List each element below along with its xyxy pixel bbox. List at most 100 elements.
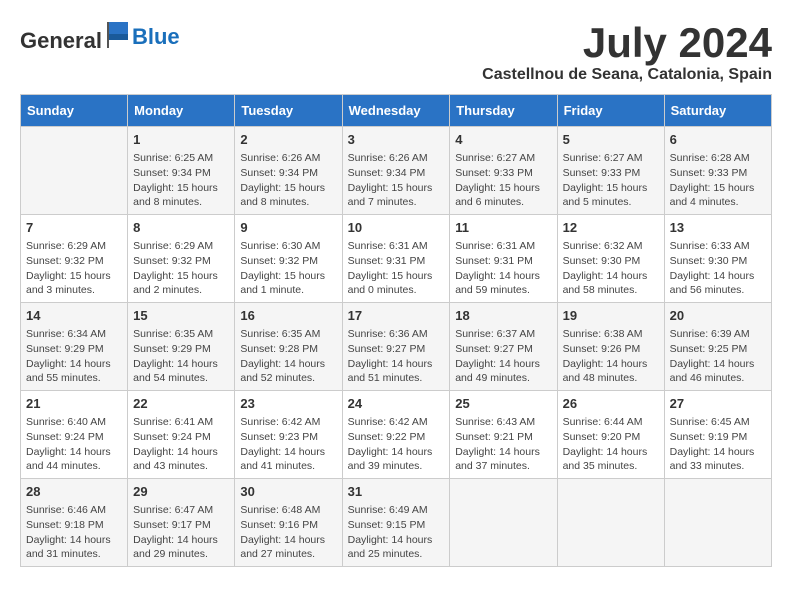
page-header: General Blue July 2024 Castellnou de Sea… bbox=[20, 20, 772, 84]
cell-content: Sunrise: 6:33 AM Sunset: 9:30 PM Dayligh… bbox=[670, 239, 766, 298]
cell-content: Sunrise: 6:43 AM Sunset: 9:21 PM Dayligh… bbox=[455, 415, 551, 474]
day-number: 2 bbox=[240, 131, 336, 149]
calendar-week-row: 21 Sunrise: 6:40 AM Sunset: 9:24 PM Dayli… bbox=[21, 391, 772, 479]
cell-content: Sunrise: 6:40 AM Sunset: 9:24 PM Dayligh… bbox=[26, 415, 122, 474]
calendar-cell: 20 Sunrise: 6:39 AM Sunset: 9:25 PM Dayli… bbox=[664, 303, 771, 391]
calendar-cell: 27Sunrise: 6:45 AM Sunset: 9:19 PM Dayli… bbox=[664, 391, 771, 479]
calendar-cell: 18 Sunrise: 6:37 AM Sunset: 9:27 PM Dayli… bbox=[450, 303, 557, 391]
cell-content: Sunrise: 6:45 AM Sunset: 9:19 PM Dayligh… bbox=[670, 415, 766, 474]
calendar-cell: 22 Sunrise: 6:41 AM Sunset: 9:24 PM Dayli… bbox=[128, 391, 235, 479]
calendar-header-row: SundayMondayTuesdayWednesdayThursdayFrid… bbox=[21, 95, 772, 127]
cell-content: Sunrise: 6:27 AM Sunset: 9:33 PM Dayligh… bbox=[455, 151, 551, 210]
column-header-thursday: Thursday bbox=[450, 95, 557, 127]
calendar-cell: 23Sunrise: 6:42 AM Sunset: 9:23 PM Dayli… bbox=[235, 391, 342, 479]
calendar-cell: 24 Sunrise: 6:42 AM Sunset: 9:22 PM Dayli… bbox=[342, 391, 450, 479]
calendar-cell: 8 Sunrise: 6:29 AM Sunset: 9:32 PM Daylig… bbox=[128, 215, 235, 303]
calendar-cell: 31 Sunrise: 6:49 AM Sunset: 9:15 PM Dayli… bbox=[342, 478, 450, 566]
calendar-cell: 5Sunrise: 6:27 AM Sunset: 9:33 PM Daylig… bbox=[557, 127, 664, 215]
calendar-cell bbox=[664, 478, 771, 566]
calendar-cell: 9Sunrise: 6:30 AM Sunset: 9:32 PM Daylig… bbox=[235, 215, 342, 303]
calendar-cell: 17 Sunrise: 6:36 AM Sunset: 9:27 PM Dayli… bbox=[342, 303, 450, 391]
cell-content: Sunrise: 6:31 AM Sunset: 9:31 PM Dayligh… bbox=[455, 239, 551, 298]
calendar-week-row: 28 Sunrise: 6:46 AM Sunset: 9:18 PM Dayli… bbox=[21, 478, 772, 566]
cell-content: Sunrise: 6:25 AM Sunset: 9:34 PM Dayligh… bbox=[133, 151, 229, 210]
column-header-tuesday: Tuesday bbox=[235, 95, 342, 127]
calendar-cell: 19Sunrise: 6:38 AM Sunset: 9:26 PM Dayli… bbox=[557, 303, 664, 391]
day-number: 18 bbox=[455, 307, 551, 325]
cell-content: Sunrise: 6:49 AM Sunset: 9:15 PM Dayligh… bbox=[348, 503, 445, 562]
day-number: 4 bbox=[455, 131, 551, 149]
cell-content: Sunrise: 6:26 AM Sunset: 9:34 PM Dayligh… bbox=[348, 151, 445, 210]
cell-content: Sunrise: 6:47 AM Sunset: 9:17 PM Dayligh… bbox=[133, 503, 229, 562]
day-number: 31 bbox=[348, 483, 445, 501]
logo-general: General bbox=[20, 28, 102, 53]
cell-content: Sunrise: 6:26 AM Sunset: 9:34 PM Dayligh… bbox=[240, 151, 336, 210]
calendar-cell: 15Sunrise: 6:35 AM Sunset: 9:29 PM Dayli… bbox=[128, 303, 235, 391]
calendar-cell: 10 Sunrise: 6:31 AM Sunset: 9:31 PM Dayli… bbox=[342, 215, 450, 303]
cell-content: Sunrise: 6:31 AM Sunset: 9:31 PM Dayligh… bbox=[348, 239, 445, 298]
calendar-table: SundayMondayTuesdayWednesdayThursdayFrid… bbox=[20, 94, 772, 567]
day-number: 10 bbox=[348, 219, 445, 237]
cell-content: Sunrise: 6:41 AM Sunset: 9:24 PM Dayligh… bbox=[133, 415, 229, 474]
calendar-cell: 12 Sunrise: 6:32 AM Sunset: 9:30 PM Dayli… bbox=[557, 215, 664, 303]
day-number: 22 bbox=[133, 395, 229, 413]
day-number: 8 bbox=[133, 219, 229, 237]
day-number: 14 bbox=[26, 307, 122, 325]
calendar-cell: 28 Sunrise: 6:46 AM Sunset: 9:18 PM Dayli… bbox=[21, 478, 128, 566]
calendar-cell: 2 Sunrise: 6:26 AM Sunset: 9:34 PM Daylig… bbox=[235, 127, 342, 215]
cell-content: Sunrise: 6:29 AM Sunset: 9:32 PM Dayligh… bbox=[133, 239, 229, 298]
cell-content: Sunrise: 6:46 AM Sunset: 9:18 PM Dayligh… bbox=[26, 503, 122, 562]
calendar-cell bbox=[450, 478, 557, 566]
cell-content: Sunrise: 6:44 AM Sunset: 9:20 PM Dayligh… bbox=[563, 415, 659, 474]
column-header-wednesday: Wednesday bbox=[342, 95, 450, 127]
cell-content: Sunrise: 6:48 AM Sunset: 9:16 PM Dayligh… bbox=[240, 503, 336, 562]
calendar-week-row: 7 Sunrise: 6:29 AM Sunset: 9:32 PM Daylig… bbox=[21, 215, 772, 303]
calendar-cell: 25 Sunrise: 6:43 AM Sunset: 9:21 PM Dayli… bbox=[450, 391, 557, 479]
day-number: 13 bbox=[670, 219, 766, 237]
day-number: 25 bbox=[455, 395, 551, 413]
cell-content: Sunrise: 6:28 AM Sunset: 9:33 PM Dayligh… bbox=[670, 151, 766, 210]
cell-content: Sunrise: 6:32 AM Sunset: 9:30 PM Dayligh… bbox=[563, 239, 659, 298]
day-number: 12 bbox=[563, 219, 659, 237]
calendar-cell: 16Sunrise: 6:35 AM Sunset: 9:28 PM Dayli… bbox=[235, 303, 342, 391]
day-number: 28 bbox=[26, 483, 122, 501]
cell-content: Sunrise: 6:42 AM Sunset: 9:23 PM Dayligh… bbox=[240, 415, 336, 474]
calendar-cell: 3Sunrise: 6:26 AM Sunset: 9:34 PM Daylig… bbox=[342, 127, 450, 215]
day-number: 29 bbox=[133, 483, 229, 501]
calendar-cell: 6 Sunrise: 6:28 AM Sunset: 9:33 PM Daylig… bbox=[664, 127, 771, 215]
cell-content: Sunrise: 6:37 AM Sunset: 9:27 PM Dayligh… bbox=[455, 327, 551, 386]
logo-flag-icon bbox=[104, 20, 132, 48]
day-number: 21 bbox=[26, 395, 122, 413]
logo: General Blue bbox=[20, 20, 180, 54]
cell-content: Sunrise: 6:42 AM Sunset: 9:22 PM Dayligh… bbox=[348, 415, 445, 474]
day-number: 7 bbox=[26, 219, 122, 237]
calendar-cell: 21 Sunrise: 6:40 AM Sunset: 9:24 PM Dayli… bbox=[21, 391, 128, 479]
day-number: 24 bbox=[348, 395, 445, 413]
day-number: 1 bbox=[133, 131, 229, 149]
cell-content: Sunrise: 6:30 AM Sunset: 9:32 PM Dayligh… bbox=[240, 239, 336, 298]
calendar-cell: 13 Sunrise: 6:33 AM Sunset: 9:30 PM Dayli… bbox=[664, 215, 771, 303]
calendar-cell: 26Sunrise: 6:44 AM Sunset: 9:20 PM Dayli… bbox=[557, 391, 664, 479]
calendar-cell: 29 Sunrise: 6:47 AM Sunset: 9:17 PM Dayli… bbox=[128, 478, 235, 566]
cell-content: Sunrise: 6:35 AM Sunset: 9:29 PM Dayligh… bbox=[133, 327, 229, 386]
cell-content: Sunrise: 6:36 AM Sunset: 9:27 PM Dayligh… bbox=[348, 327, 445, 386]
calendar-cell: 1 Sunrise: 6:25 AM Sunset: 9:34 PM Daylig… bbox=[128, 127, 235, 215]
cell-content: Sunrise: 6:29 AM Sunset: 9:32 PM Dayligh… bbox=[26, 239, 122, 298]
calendar-cell: 30 Sunrise: 6:48 AM Sunset: 9:16 PM Dayli… bbox=[235, 478, 342, 566]
day-number: 20 bbox=[670, 307, 766, 325]
column-header-sunday: Sunday bbox=[21, 95, 128, 127]
cell-content: Sunrise: 6:34 AM Sunset: 9:29 PM Dayligh… bbox=[26, 327, 122, 386]
title-block: July 2024 Castellnou de Seana, Catalonia… bbox=[482, 20, 772, 84]
column-header-monday: Monday bbox=[128, 95, 235, 127]
calendar-cell: 7 Sunrise: 6:29 AM Sunset: 9:32 PM Daylig… bbox=[21, 215, 128, 303]
day-number: 30 bbox=[240, 483, 336, 501]
calendar-cell bbox=[557, 478, 664, 566]
day-number: 6 bbox=[670, 131, 766, 149]
day-number: 11 bbox=[455, 219, 551, 237]
column-header-saturday: Saturday bbox=[664, 95, 771, 127]
calendar-cell bbox=[21, 127, 128, 215]
cell-content: Sunrise: 6:39 AM Sunset: 9:25 PM Dayligh… bbox=[670, 327, 766, 386]
calendar-cell: 11 Sunrise: 6:31 AM Sunset: 9:31 PM Dayli… bbox=[450, 215, 557, 303]
day-number: 17 bbox=[348, 307, 445, 325]
cell-content: Sunrise: 6:27 AM Sunset: 9:33 PM Dayligh… bbox=[563, 151, 659, 210]
